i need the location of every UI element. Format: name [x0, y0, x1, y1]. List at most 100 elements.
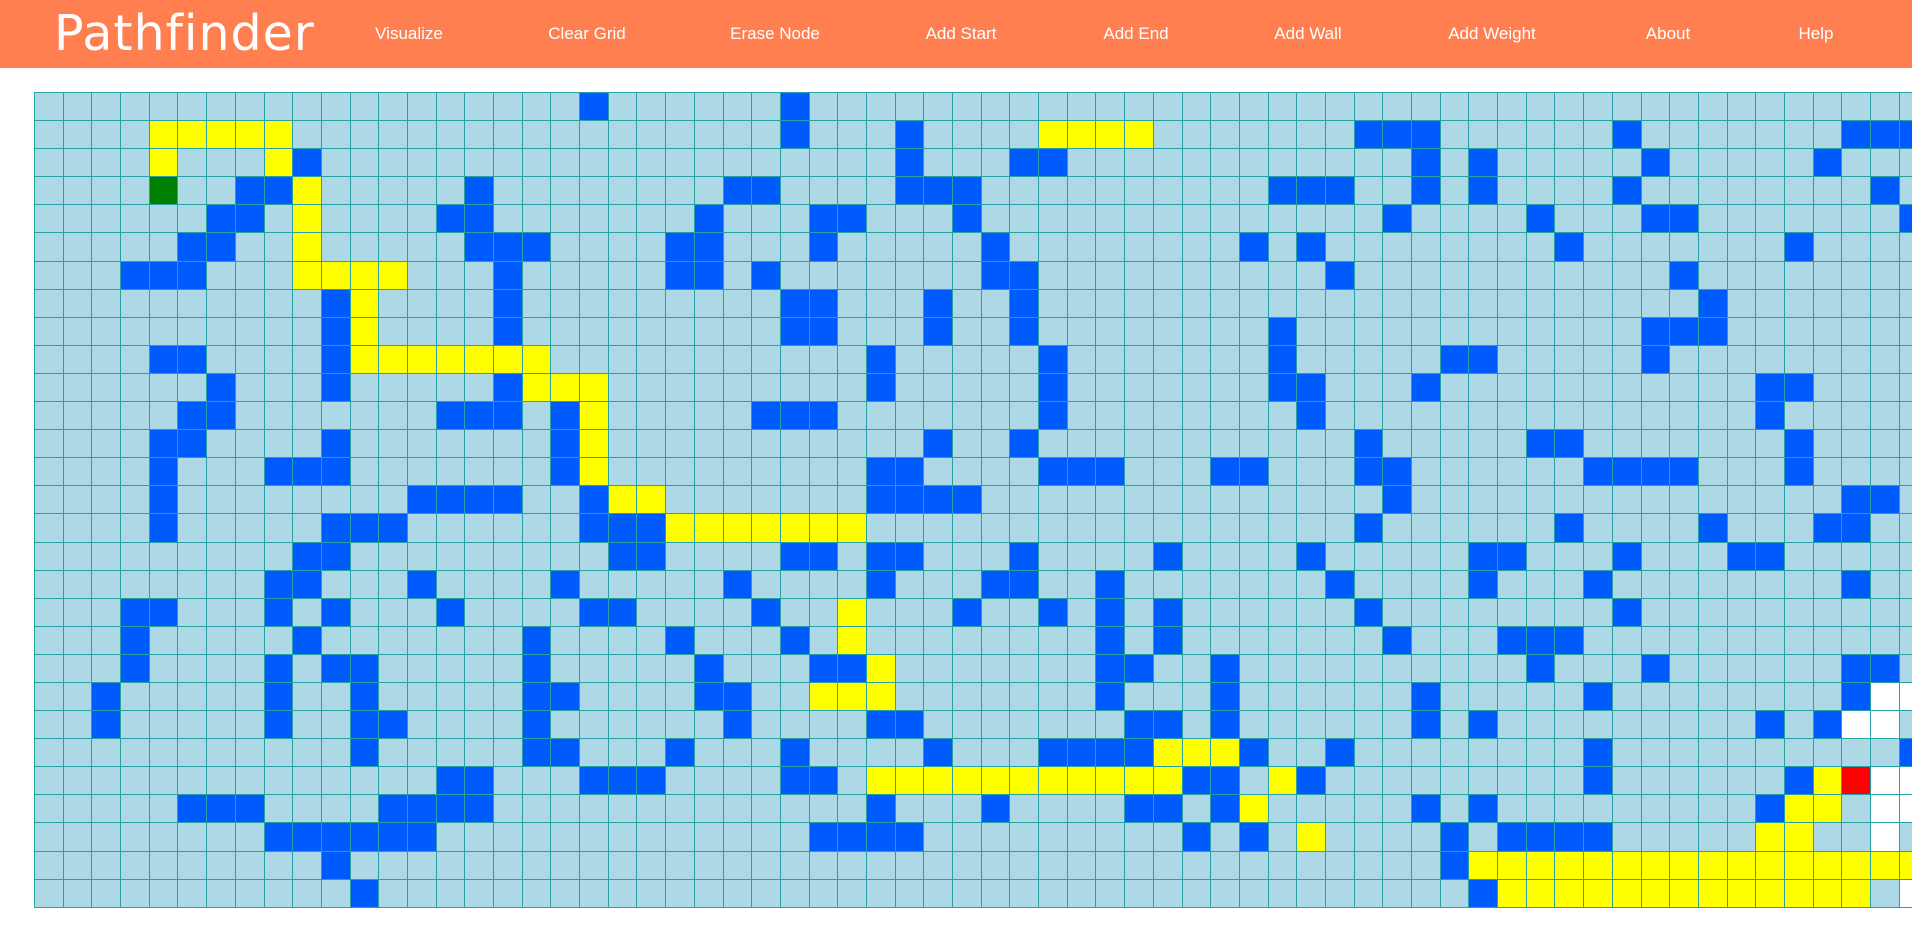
grid-cell[interactable]	[1440, 514, 1470, 543]
grid-cell[interactable]	[580, 654, 609, 683]
grid-cell[interactable]	[809, 851, 839, 880]
wall-cell[interactable]	[1096, 654, 1126, 683]
wall-cell[interactable]	[1383, 121, 1412, 150]
grid-cell[interactable]	[780, 205, 810, 234]
wall-cell[interactable]	[1268, 373, 1298, 403]
grid-cell[interactable]	[723, 795, 753, 824]
grid-cell[interactable]	[1813, 121, 1843, 150]
wall-cell[interactable]	[494, 317, 523, 346]
grid-cell[interactable]	[1641, 514, 1671, 543]
grid-cell[interactable]	[608, 317, 638, 346]
grid-cell[interactable]	[350, 570, 380, 599]
wall-cell[interactable]	[895, 542, 925, 571]
wall-cell[interactable]	[1899, 121, 1912, 150]
grid-cell[interactable]	[1698, 542, 1728, 571]
grid-cell[interactable]	[1239, 514, 1269, 543]
grid-cell[interactable]	[580, 261, 609, 290]
grid-cell[interactable]	[895, 205, 925, 234]
grid-cell[interactable]	[1584, 486, 1613, 515]
grid-cell[interactable]	[895, 879, 925, 908]
wall-cell[interactable]	[321, 430, 351, 459]
grid-cell[interactable]	[1383, 402, 1412, 431]
grid-cell[interactable]	[1383, 879, 1412, 908]
grid-cell[interactable]	[666, 767, 695, 796]
grid-cell[interactable]	[1039, 205, 1068, 234]
grid-cell[interactable]	[866, 177, 896, 206]
grid-cell[interactable]	[1354, 823, 1384, 852]
grid-cell[interactable]	[1039, 93, 1068, 122]
grid-cell[interactable]	[92, 486, 122, 515]
grid-cell[interactable]	[694, 345, 724, 374]
grid-cell[interactable]	[1899, 654, 1912, 683]
wall-cell[interactable]	[264, 598, 294, 627]
grid-cell[interactable]	[1297, 149, 1326, 178]
grid-cell[interactable]	[1412, 402, 1441, 431]
grid-cell[interactable]	[1756, 654, 1785, 683]
grid-cell[interactable]	[321, 486, 351, 515]
grid-cell[interactable]	[1555, 149, 1585, 178]
grid-cell[interactable]	[465, 711, 494, 740]
grid-cell[interactable]	[178, 851, 208, 880]
grid-cell[interactable]	[1871, 598, 1900, 627]
grid-cell[interactable]	[465, 542, 494, 571]
grid-cell[interactable]	[838, 458, 867, 487]
grid-cell[interactable]	[866, 149, 896, 178]
grid-cell[interactable]	[1526, 345, 1556, 374]
grid-cell[interactable]	[63, 430, 93, 459]
wall-cell[interactable]	[551, 570, 581, 599]
grid-cell[interactable]	[1297, 458, 1326, 487]
grid-cell[interactable]	[494, 149, 523, 178]
grid-cell[interactable]	[63, 345, 93, 374]
grid-cell[interactable]	[92, 177, 122, 206]
grid-cell[interactable]	[1698, 486, 1728, 515]
grid-cell[interactable]	[1555, 458, 1585, 487]
grid-cell[interactable]	[1039, 177, 1068, 206]
grid-cell[interactable]	[494, 795, 523, 824]
grid-cell[interactable]	[522, 486, 552, 515]
wall-cell[interactable]	[895, 121, 925, 150]
wall-cell[interactable]	[694, 261, 724, 290]
grid-cell[interactable]	[1469, 458, 1499, 487]
grid-cell[interactable]	[809, 795, 839, 824]
grid-cell[interactable]	[723, 289, 753, 318]
grid-cell[interactable]	[264, 233, 294, 262]
grid-cell[interactable]	[953, 402, 982, 431]
wall-cell[interactable]	[149, 514, 179, 543]
grid-cell[interactable]	[1354, 149, 1384, 178]
grid-cell[interactable]	[1096, 402, 1126, 431]
grid-cell[interactable]	[1354, 851, 1384, 880]
grid-cell[interactable]	[350, 373, 380, 403]
grid-cell[interactable]	[1211, 345, 1240, 374]
grid-cell[interactable]	[1125, 317, 1154, 346]
grid-cell[interactable]	[1383, 233, 1412, 262]
grid-cell[interactable]	[1010, 93, 1040, 122]
grid-cell[interactable]	[379, 373, 408, 403]
grid-cell[interactable]	[637, 795, 667, 824]
grid-cell[interactable]	[1784, 682, 1814, 712]
grid-cell[interactable]	[780, 486, 810, 515]
grid-cell[interactable]	[809, 373, 839, 403]
grid-cell[interactable]	[1641, 373, 1671, 403]
grid-cell[interactable]	[838, 542, 867, 571]
grid-cell[interactable]	[407, 739, 437, 768]
wall-cell[interactable]	[809, 317, 839, 346]
grid-cell[interactable]	[293, 851, 322, 880]
grid-cell[interactable]	[1526, 261, 1556, 290]
grid-cell[interactable]	[1268, 851, 1298, 880]
grid-cell[interactable]	[1784, 486, 1814, 515]
grid-cell[interactable]	[121, 542, 150, 571]
grid-cell[interactable]	[953, 654, 982, 683]
grid-cell[interactable]	[694, 795, 724, 824]
grid-cell[interactable]	[35, 879, 64, 908]
grid-cell[interactable]	[436, 879, 466, 908]
path-cell[interactable]	[1813, 851, 1843, 880]
wall-cell[interactable]	[92, 682, 122, 712]
grid-cell[interactable]	[608, 570, 638, 599]
wall-cell[interactable]	[1469, 149, 1499, 178]
grid-cell[interactable]	[1469, 93, 1499, 122]
wall-cell[interactable]	[1153, 711, 1183, 740]
wall-cell[interactable]	[293, 458, 322, 487]
grid-cell[interactable]	[1612, 711, 1642, 740]
wall-cell[interactable]	[1039, 402, 1068, 431]
wall-cell[interactable]	[551, 430, 581, 459]
